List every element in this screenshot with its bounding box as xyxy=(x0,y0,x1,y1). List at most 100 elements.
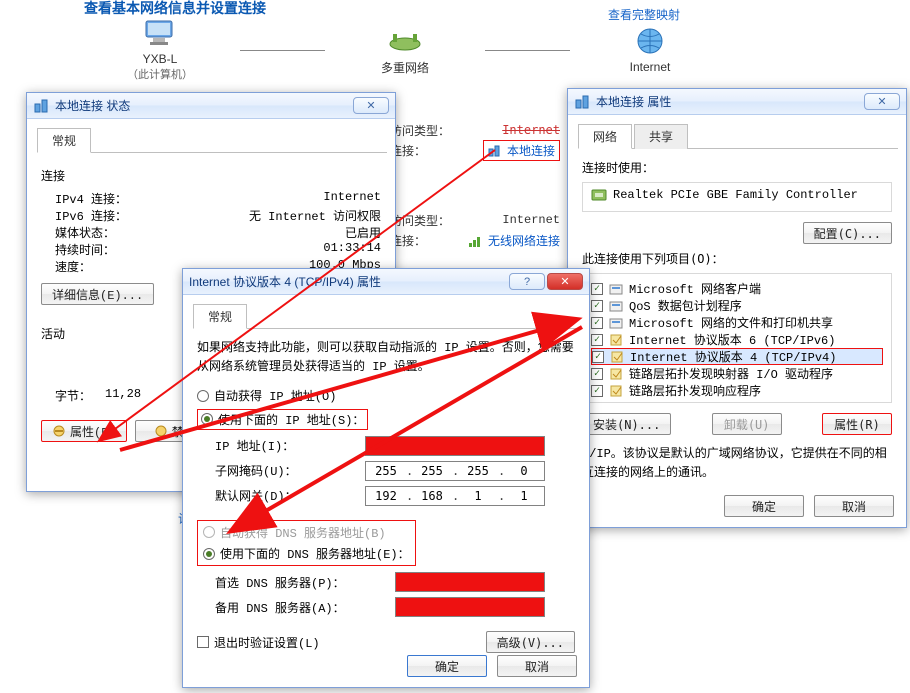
item-label: 链路层拓扑发现映射器 I/O 驱动程序 xyxy=(629,365,833,382)
monitor-icon xyxy=(140,18,180,48)
properties-button[interactable]: 属性(P) xyxy=(41,420,127,442)
connection-items-list[interactable]: Microsoft 网络客户端QoS 数据包计划程序Microsoft 网络的文… xyxy=(582,273,892,403)
ok-button[interactable]: 确定 xyxy=(407,655,487,677)
section-connection: 连接 xyxy=(41,167,381,184)
tab-general[interactable]: 常规 xyxy=(193,304,247,329)
item-checkbox[interactable] xyxy=(591,334,603,346)
item-label: QoS 数据包计划程序 xyxy=(629,297,742,314)
ipv4-value: Internet xyxy=(323,190,381,207)
mask-oct2: 255 xyxy=(414,464,450,478)
subnet-mask-input[interactable]: 255. 255. 255. 0 xyxy=(365,461,545,481)
advanced-button[interactable]: 高级(V)... xyxy=(486,631,575,653)
gw-oct1: 192 xyxy=(368,489,404,503)
ipv4-dialog: Internet 协议版本 4 (TCP/IPv4) 属性 ? ✕ 常规 如果网… xyxy=(182,268,590,688)
wireless-connection-text: 无线网络连接 xyxy=(488,234,560,248)
connection-item[interactable]: Microsoft 网络客户端 xyxy=(591,280,883,297)
mask-oct1: 255 xyxy=(368,464,404,478)
properties-button-label: 属性(P) xyxy=(70,423,116,440)
gateway-input[interactable]: 192. 168. 1. 1 xyxy=(365,486,545,506)
preferred-dns-input[interactable] xyxy=(395,572,545,592)
connection-item[interactable]: 链路层拓扑发现响应程序 xyxy=(591,382,883,399)
intro-text: 如果网络支持此功能，则可以获取自动指派的 IP 设置。否则，您需要从网络系统管理… xyxy=(197,339,575,377)
protocol-icon xyxy=(609,316,623,330)
media-label: 媒体状态： xyxy=(55,224,115,241)
access-type-value2: Internet xyxy=(502,213,560,227)
item-checkbox[interactable] xyxy=(591,300,603,312)
media-value: 已启用 xyxy=(345,224,381,241)
ip-address-input[interactable] xyxy=(365,436,545,456)
ipv4-label: IPv4 连接： xyxy=(55,190,127,207)
duration-label: 持续时间： xyxy=(55,241,115,258)
item-properties-button[interactable]: 属性(R) xyxy=(822,413,892,435)
details-button[interactable]: 详细信息(E)... xyxy=(41,283,154,305)
connection-item[interactable]: Microsoft 网络的文件和打印机共享 xyxy=(591,314,883,331)
gw-oct3: 1 xyxy=(460,489,496,503)
radio-manual-ip[interactable]: 使用下面的 IP 地址(S)： xyxy=(201,411,364,428)
topology-heading: 查看基本网络信息并设置连接 xyxy=(84,0,266,18)
internet-node: Internet xyxy=(570,26,730,74)
multi-network-node: 多重网络 xyxy=(325,25,485,76)
cancel-button[interactable]: 取消 xyxy=(814,495,894,517)
cancel-button[interactable]: 取消 xyxy=(497,655,577,677)
ipv4-titlebar[interactable]: Internet 协议版本 4 (TCP/IPv4) 属性 ? ✕ xyxy=(183,269,589,295)
tab-general[interactable]: 常规 xyxy=(37,128,91,153)
access-type-label2: 访问类型： xyxy=(390,212,450,229)
validate-on-exit-checkbox[interactable]: 退出时验证设置(L) xyxy=(197,634,320,651)
connection-icon xyxy=(33,98,49,114)
close-icon[interactable]: ✕ xyxy=(864,93,900,110)
ipv4-title: Internet 协议版本 4 (TCP/IPv4) 属性 xyxy=(189,273,381,290)
local-connection-text: 本地连接 xyxy=(507,144,555,158)
alternate-dns-input[interactable] xyxy=(395,597,545,617)
radio-manual-dns[interactable]: 使用下面的 DNS 服务器地址(E)： xyxy=(203,545,410,562)
preferred-dns-label: 首选 DNS 服务器(P)： xyxy=(215,574,395,591)
item-label: Internet 协议版本 4 (TCP/IPv4) xyxy=(630,348,836,365)
connection-item[interactable]: Internet 协议版本 4 (TCP/IPv4) xyxy=(591,348,883,365)
properties-dialog: 本地连接 属性 ✕ 网络 共享 连接时使用： Realtek PCIe GBE … xyxy=(567,88,907,528)
bytes-label: 字节： xyxy=(55,387,91,404)
globe-icon xyxy=(630,26,670,56)
item-checkbox[interactable] xyxy=(591,283,603,295)
ok-button[interactable]: 确定 xyxy=(724,495,804,517)
this-computer-node: YXB-L （此计算机） xyxy=(80,18,240,82)
connection-item[interactable]: 链路层拓扑发现映射器 I/O 驱动程序 xyxy=(591,365,883,382)
mask-oct3: 255 xyxy=(460,464,496,478)
connection-item[interactable]: Internet 协议版本 6 (TCP/IPv6) xyxy=(591,331,883,348)
topology-connector xyxy=(485,50,570,51)
gateway-label: 默认网关(D)： xyxy=(215,487,365,504)
radio-manual-dns-label: 使用下面的 DNS 服务器地址(E)： xyxy=(220,545,410,562)
item-checkbox[interactable] xyxy=(591,317,603,329)
radio-auto-dns: 自动获得 DNS 服务器地址(B) xyxy=(203,524,386,541)
props-titlebar[interactable]: 本地连接 属性 ✕ xyxy=(568,89,906,115)
network-topology: YXB-L （此计算机） 多重网络 Internet xyxy=(80,20,880,80)
status-titlebar[interactable]: 本地连接 状态 ✕ xyxy=(27,93,395,119)
alternate-dns-label: 备用 DNS 服务器(A)： xyxy=(215,599,395,616)
items-label: 此连接使用下列项目(O)： xyxy=(582,250,892,267)
gw-oct2: 168 xyxy=(414,489,450,503)
wireless-connection-link[interactable]: 无线网络连接 xyxy=(469,232,560,249)
tab-share[interactable]: 共享 xyxy=(634,124,688,149)
props-title: 本地连接 属性 xyxy=(596,93,671,110)
tab-network[interactable]: 网络 xyxy=(578,124,632,149)
protocol-icon xyxy=(609,282,623,296)
computer-name: YXB-L xyxy=(143,52,178,66)
radio-auto-ip[interactable]: 自动获得 IP 地址(O) xyxy=(197,387,336,404)
item-checkbox[interactable] xyxy=(592,351,604,363)
router-icon xyxy=(385,25,425,55)
item-label: Microsoft 网络客户端 xyxy=(629,280,761,297)
item-checkbox[interactable] xyxy=(591,368,603,380)
subnet-mask-label: 子网掩码(U)： xyxy=(215,462,365,479)
speed-label: 速度： xyxy=(55,258,91,275)
close-icon[interactable]: ✕ xyxy=(353,97,389,114)
local-connection-link[interactable]: 本地连接 xyxy=(483,140,560,161)
description-text: B/IP。该协议是默认的广域网络协议，它提供在不同的相互连接的网络上的通讯。 xyxy=(582,445,892,483)
mask-oct4: 0 xyxy=(506,464,542,478)
ip-address-label: IP 地址(I)： xyxy=(215,437,365,454)
close-icon[interactable]: ✕ xyxy=(547,273,583,290)
adapter-icon xyxy=(591,187,607,203)
internet-label: Internet xyxy=(630,60,671,74)
item-checkbox[interactable] xyxy=(591,385,603,397)
install-button[interactable]: 安装(N)... xyxy=(582,413,671,435)
connection-item[interactable]: QoS 数据包计划程序 xyxy=(591,297,883,314)
configure-button[interactable]: 配置(C)... xyxy=(803,222,892,244)
help-icon[interactable]: ? xyxy=(509,273,545,290)
